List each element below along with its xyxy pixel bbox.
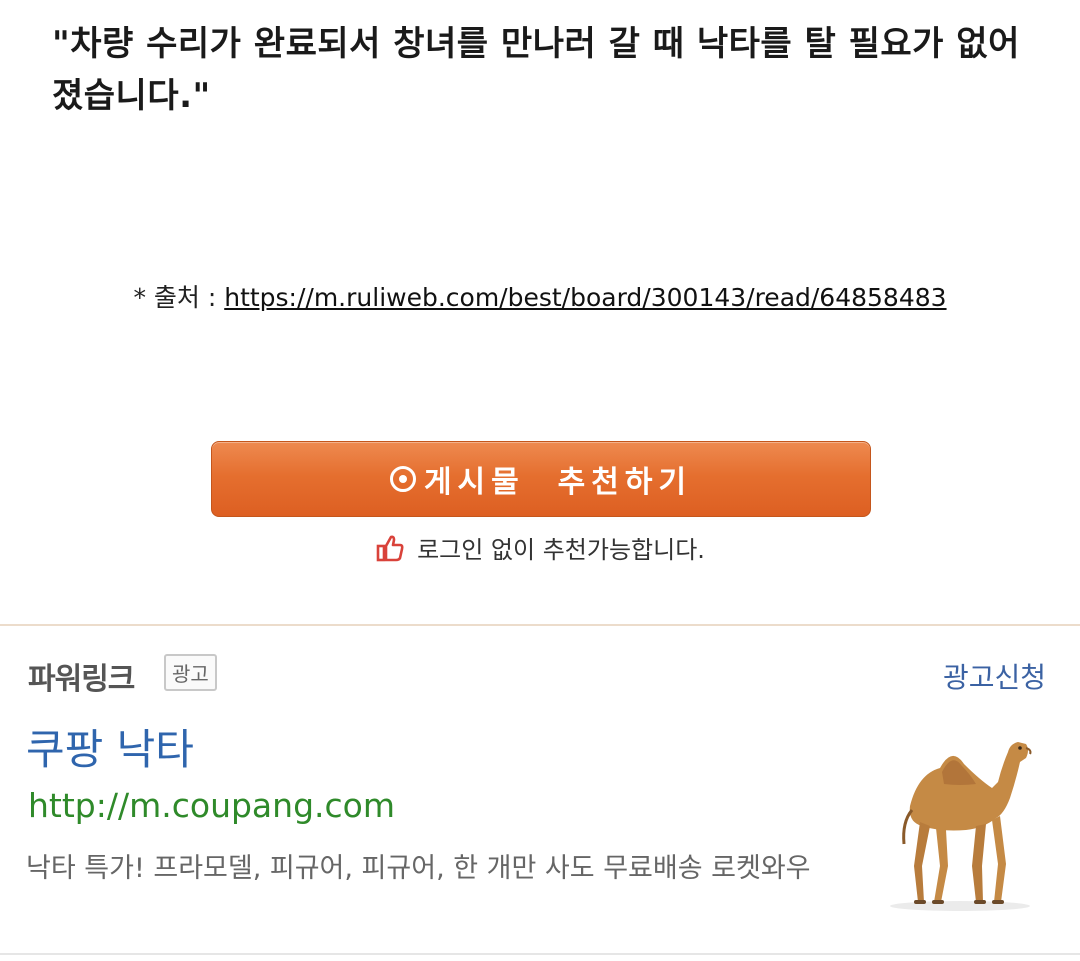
recommend-note: 로그인 없이 추천가능합니다.: [0, 530, 1080, 565]
recommend-post-button[interactable]: 게시물 추천하기: [211, 441, 871, 517]
ad-title-link[interactable]: 쿠팡 낙타: [26, 716, 194, 777]
ad-apply-link[interactable]: 광고신청: [943, 656, 1046, 696]
powerlink-ad: 파워링크 광고 광고신청 쿠팡 낙타 http://m.coupang.com …: [0, 626, 1080, 956]
ad-description[interactable]: 낙타 특가! 프라모델, 피규어, 피규어, 한 개만 사도 무료배송 로켓와우: [26, 846, 846, 892]
target-circle-icon: [389, 466, 416, 492]
ad-badge: 광고: [164, 654, 217, 691]
page: "차량 수리가 완료되서 창녀를 만나러 갈 때 낙타를 탈 필요가 없어졌습니…: [0, 0, 1080, 961]
article-quote: "차량 수리가 완료되서 창녀를 만나러 갈 때 낙타를 탈 필요가 없어졌습니…: [52, 24, 1020, 116]
bottom-divider: [0, 953, 1080, 955]
source-prefix: * 출처 :: [133, 283, 225, 312]
thumbs-up-icon: [376, 535, 404, 561]
recommend-note-text: 로그인 없이 추천가능합니다.: [417, 536, 705, 564]
powerlink-title: 파워링크: [28, 662, 135, 697]
camel-figure-image[interactable]: [880, 726, 1040, 916]
recommend-button-label: 게시물 추천하기: [423, 465, 693, 500]
ad-url[interactable]: http://m.coupang.com: [28, 786, 395, 825]
source-line: * 출처 : https://m.ruliweb.com/best/board/…: [0, 278, 1080, 314]
source-link[interactable]: https://m.ruliweb.com/best/board/300143/…: [224, 283, 946, 312]
